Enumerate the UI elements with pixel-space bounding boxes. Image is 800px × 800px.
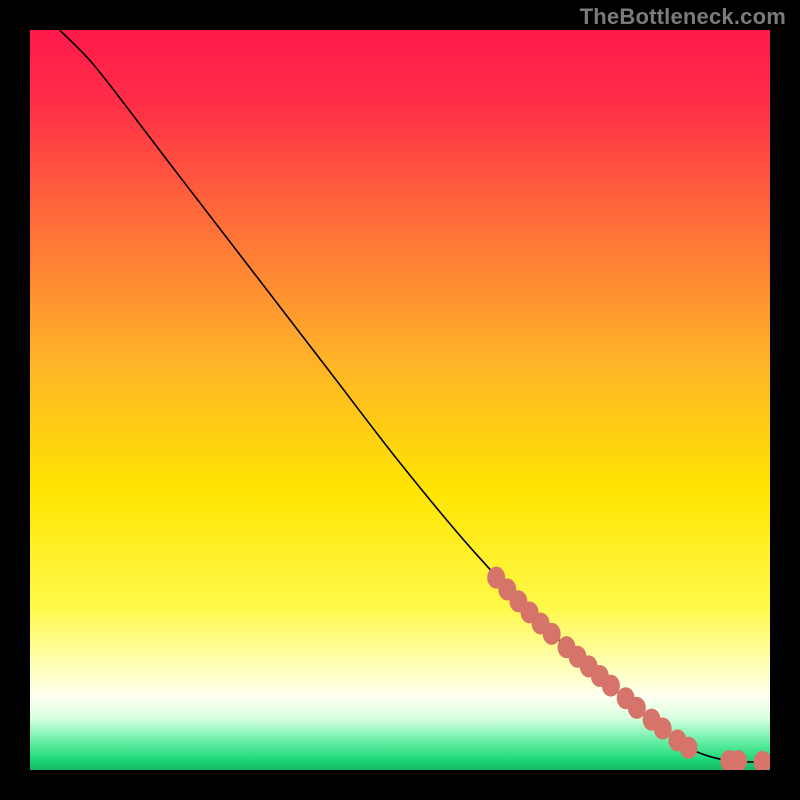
data-marker [680,737,698,759]
watermark-text: TheBottleneck.com [580,4,786,30]
data-marker [602,675,620,697]
chart-plot [30,30,770,770]
data-marker [543,623,561,645]
data-marker [628,697,646,719]
data-marker [654,718,672,740]
heat-background [30,30,770,770]
chart-frame: TheBottleneck.com [0,0,800,800]
